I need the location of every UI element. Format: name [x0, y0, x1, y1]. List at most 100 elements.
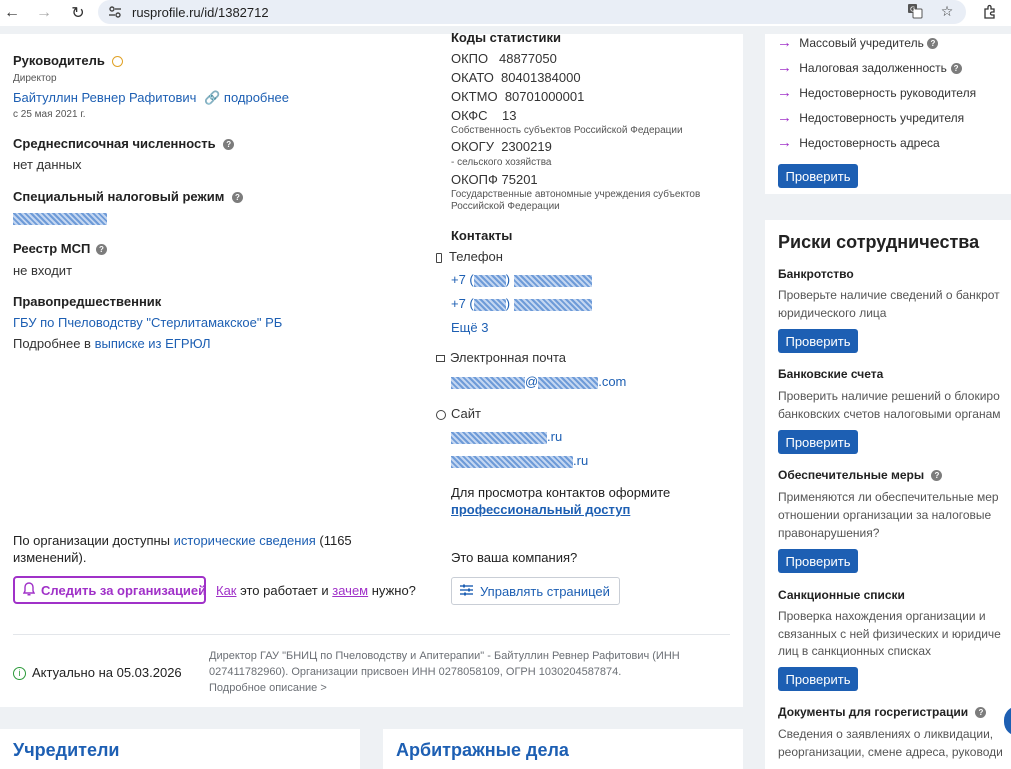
- leader-role: Директор: [13, 73, 57, 84]
- risk-text: Проверка нахождения организации и: [778, 609, 986, 623]
- help-icon[interactable]: ?: [223, 139, 235, 151]
- check-item-label: Массовый учредитель: [799, 36, 924, 50]
- risk-text: реорганизации, смене адреса, руководи: [778, 745, 1003, 759]
- address-bar[interactable]: rusprofile.ru/id/1382712 G ☆: [98, 0, 966, 24]
- phone-2[interactable]: +7 (): [451, 296, 592, 311]
- help-icon[interactable]: ?: [927, 38, 939, 50]
- phone-close: ): [505, 296, 511, 311]
- risk-check-button[interactable]: Проверить: [778, 667, 858, 691]
- check-item[interactable]: → Недостоверность учредителя: [777, 109, 964, 126]
- risk-title: Обеспечительные меры: [778, 468, 925, 482]
- site-settings-icon[interactable]: [106, 3, 124, 21]
- check-item-label: Налоговая задолженность: [799, 61, 947, 75]
- site-label-row: Сайт: [436, 406, 481, 421]
- clock-icon: [112, 56, 124, 68]
- manage-page-label: Управлять страницей: [480, 583, 610, 599]
- site-2[interactable]: .ru: [451, 453, 588, 468]
- stat-okfs: ОКФС 13: [451, 108, 516, 123]
- check-item[interactable]: → Налоговая задолженность ?: [777, 59, 962, 76]
- manage-page-button[interactable]: Управлять страницей: [451, 577, 620, 605]
- arrow-right-icon: →: [777, 109, 792, 126]
- footer-desc-1: Директор ГАУ "БНИЦ по Пчеловодству и Апи…: [209, 650, 680, 662]
- risk-check-button[interactable]: Проверить: [778, 430, 858, 454]
- risk-check-button[interactable]: Проверить: [778, 549, 858, 573]
- site-1[interactable]: .ru: [451, 429, 562, 444]
- phone-1[interactable]: +7 (): [451, 272, 592, 287]
- founders-heading[interactable]: Учредители: [13, 740, 119, 761]
- svg-text:G: G: [910, 6, 915, 14]
- checks-card: → Массовый учредитель ? → Налоговая задо…: [765, 34, 1011, 194]
- predecessor-heading: Правопредшественник: [13, 294, 162, 309]
- okogu-note: - сельского хозяйства: [451, 157, 552, 168]
- check-button[interactable]: Проверить: [778, 164, 858, 188]
- arbitration-card: Арбитражные дела: [383, 729, 743, 769]
- bookmark-star-icon[interactable]: ☆: [938, 2, 956, 20]
- arrow-right-icon: →: [777, 59, 792, 76]
- pro-access-link[interactable]: профессиональный доступ: [451, 502, 630, 517]
- risk-text: правонарушения?: [778, 526, 880, 540]
- leader-since: с 25 мая 2021 г.: [13, 109, 86, 120]
- stat-value: 80701000001: [504, 89, 585, 104]
- check-item[interactable]: → Недостоверность руководителя: [777, 84, 976, 101]
- your-company-text: Это ваша компания?: [451, 550, 578, 565]
- chat-widget-button[interactable]: [1004, 706, 1011, 736]
- why-link[interactable]: зачем: [332, 583, 368, 598]
- arbitration-heading[interactable]: Арбитражные дела: [396, 740, 569, 761]
- how-link[interactable]: Как: [216, 583, 237, 598]
- tax-regime-heading: Специальный налоговый режим ?: [13, 189, 243, 204]
- risk-text: Применяются ли обеспечительные мер: [778, 490, 999, 504]
- stat-label: ОКАТО: [451, 70, 494, 85]
- reload-icon[interactable]: ↻: [66, 1, 90, 25]
- extensions-icon[interactable]: [981, 3, 999, 21]
- mail-icon: [436, 355, 445, 363]
- phone-icon: [436, 252, 442, 263]
- help-icon[interactable]: ?: [231, 192, 243, 204]
- help-icon[interactable]: ?: [931, 470, 943, 482]
- check-item[interactable]: → Массовый учредитель ?: [777, 34, 939, 51]
- help-icon[interactable]: ?: [975, 707, 987, 719]
- actual-date-text: Актуально на 05.03.2026: [32, 665, 182, 680]
- follow-end: нужно?: [371, 583, 416, 598]
- msp-heading-text: Реестр МСП: [13, 241, 91, 256]
- site-tld: .ru: [547, 429, 563, 444]
- footer-more-link[interactable]: Подробное описание >: [209, 682, 327, 694]
- risk-title-row: Документы для госрегистрации ?: [778, 705, 987, 719]
- stat-value: 48877050: [498, 51, 557, 66]
- phone-prefix: +7 (: [451, 272, 474, 287]
- stat-oktmo: ОКТМО 80701000001: [451, 89, 584, 104]
- check-item[interactable]: → Недостоверность адреса: [777, 134, 940, 151]
- url-text[interactable]: rusprofile.ru/id/1382712: [132, 5, 269, 20]
- leader-name-link[interactable]: Байтуллин Ревнер Рафитович: [13, 90, 196, 105]
- email-at: @: [525, 374, 539, 389]
- msp-heading: Реестр МСП ?: [13, 241, 107, 256]
- follow-middle: это работает и: [240, 583, 329, 598]
- risk-text: Сведения о заявлениях о ликвидации,: [778, 727, 994, 741]
- egrul-extract-link[interactable]: выписке из ЕГРЮЛ: [95, 336, 211, 351]
- stat-label: ОКОГУ: [451, 139, 494, 154]
- link-icon: 🔗: [204, 90, 221, 105]
- check-item-label: Недостоверность адреса: [799, 136, 940, 150]
- predecessor-link[interactable]: ГБУ по Пчеловодству "Стерлитамакское" РБ: [13, 315, 282, 330]
- help-icon[interactable]: ?: [95, 244, 107, 256]
- stat-okpo: ОКПО 48877050: [451, 51, 557, 66]
- email-label-row: Электронная почта: [436, 350, 566, 365]
- predecessor-more: Подробнее в выписке из ЕГРЮЛ: [13, 336, 211, 351]
- follow-button[interactable]: Следить за организацией: [13, 576, 206, 604]
- more-phones-link[interactable]: Ещё 3: [451, 320, 488, 335]
- footer-desc-2: 027411782960). Организации присвоен ИНН …: [209, 666, 622, 678]
- email-value[interactable]: @ .com: [451, 374, 626, 389]
- help-icon[interactable]: ?: [950, 63, 962, 75]
- headcount-heading: Среднесписочная численность ?: [13, 136, 235, 151]
- email-tld: .com: [598, 374, 627, 389]
- phone-prefix: +7 (: [451, 296, 474, 311]
- back-icon[interactable]: ←: [0, 1, 24, 25]
- leader-more-link[interactable]: подробнее: [224, 90, 289, 105]
- site-tld: .ru: [573, 453, 589, 468]
- forward-icon[interactable]: →: [32, 1, 56, 25]
- translate-icon[interactable]: G: [906, 2, 924, 20]
- history-link[interactable]: исторические сведения: [174, 533, 316, 548]
- risk-text: Проверить наличие решений о блокиро: [778, 389, 1000, 403]
- arrow-right-icon: →: [777, 34, 792, 51]
- risk-check-button[interactable]: Проверить: [778, 329, 858, 353]
- phone-label-row: Телефон: [436, 249, 503, 264]
